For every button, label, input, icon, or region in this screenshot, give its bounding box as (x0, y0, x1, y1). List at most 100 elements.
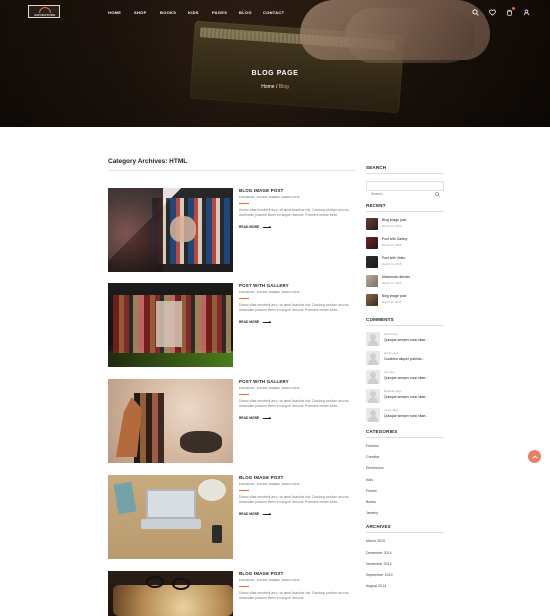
archive-link[interactable]: September 2014 (366, 573, 444, 584)
post-title[interactable]: BLOG IMAGE POST (239, 475, 356, 480)
recent-post-thumbnail (366, 294, 378, 306)
post-title[interactable]: POST WITH GALLERY (239, 379, 356, 384)
header-icons (472, 6, 530, 17)
recent-post-item[interactable]: Maecenas ultricies March 12, 2015 (366, 275, 444, 294)
menu-item-kids[interactable]: KIDS (188, 9, 212, 17)
cart-icon[interactable] (506, 6, 515, 16)
widget-divider (366, 532, 444, 534)
recent-post-title[interactable]: Blog image post (382, 294, 406, 298)
post-accent-rule (239, 298, 249, 299)
post-thumbnail[interactable] (108, 475, 233, 559)
main-content: Category Archives: HTML (108, 158, 356, 171)
recent-post-item[interactable]: Post with Video March 12, 2015 (366, 256, 444, 275)
post-thumbnail[interactable] (108, 571, 233, 616)
post-meta: POSTED BY : ROUND THEMES | MARCH 2016 (239, 386, 300, 390)
archive-link[interactable]: December 2014 (366, 551, 444, 562)
comment-author: Joe says (384, 370, 396, 374)
archives-list: March 2015 December 2014 November 2014 S… (366, 539, 444, 595)
archives-widget-title: ARCHIVES (366, 524, 391, 530)
menu-item-blog[interactable]: BLOG (239, 9, 263, 17)
comment-text[interactable]: Quisque semper nunc vitae... (384, 414, 444, 418)
recent-post-date: March 12, 2015 (382, 262, 402, 266)
categories-widget: CATEGORIES Fashion Creative Electronics … (366, 429, 444, 522)
search-input[interactable] (367, 190, 435, 198)
comment-item[interactable]: Bookster says Quisque semper nunc vitae.… (366, 389, 444, 408)
post-content: BLOG IMAGE POST POSTED BY : ROUND THEMES… (239, 571, 356, 601)
post-title[interactable]: BLOG IMAGE POST (239, 571, 356, 576)
comment-author: Bookster says (384, 389, 402, 393)
comment-item[interactable]: admin says Curabitur aliquet pulvinar... (366, 351, 444, 370)
read-more-label: READ MORE (239, 512, 260, 516)
post-thumbnail[interactable] (108, 188, 233, 272)
post-accent-rule (239, 586, 249, 587)
menu-item-contact[interactable]: CONTACT (263, 9, 298, 17)
heart-icon[interactable] (489, 9, 496, 16)
read-more-link[interactable]: READ MORE (239, 511, 356, 517)
search-widget: SEARCH (366, 165, 444, 198)
comment-text[interactable]: Curabitur aliquet pulvinar... (384, 357, 444, 361)
post-card: POST WITH GALLERY POSTED BY : ROUND THEM… (108, 283, 356, 368)
avatar (366, 332, 380, 346)
menu-item-home[interactable]: HOME (108, 9, 134, 17)
archive-link[interactable]: August 2014 (366, 584, 444, 595)
logo-text: BOOKSTORE (34, 13, 56, 17)
comment-item[interactable]: Joe says Quisque semper nunc vitae... (366, 370, 444, 389)
chevron-up-icon (532, 455, 537, 458)
post-title[interactable]: BLOG IMAGE POST (239, 188, 356, 193)
comment-author: admin says (384, 351, 399, 355)
user-icon[interactable] (523, 9, 530, 16)
menu-item-pages[interactable]: PAGES (212, 9, 239, 17)
recent-post-title[interactable]: Maecenas ultricies (382, 275, 410, 279)
back-to-top-button[interactable] (528, 450, 541, 463)
comment-text[interactable]: Quisque semper nunc vitae... (384, 395, 444, 399)
category-link[interactable]: Books (366, 500, 444, 511)
category-link[interactable]: Fashion (366, 444, 444, 455)
comment-text[interactable]: Quisque semper nunc vitae... (384, 376, 444, 380)
comment-author: admin says (384, 332, 399, 336)
recent-post-thumbnail (366, 218, 378, 230)
recent-widget: RECENT Blog image post March 12, 2015 Po… (366, 203, 444, 313)
recent-post-item[interactable]: Post with Gallery March 12, 2015 (366, 237, 444, 256)
read-more-link[interactable]: READ MORE (239, 319, 356, 325)
recent-post-item[interactable]: Blog image post March 12, 2015 (366, 218, 444, 237)
category-link[interactable]: Kids (366, 478, 444, 489)
category-link[interactable]: Jewelry (366, 511, 444, 522)
comment-item[interactable]: Jamie says Quisque semper nunc vitae... (366, 408, 444, 427)
arrow-right-icon (263, 511, 273, 517)
category-link[interactable]: Creative (366, 455, 444, 466)
recent-post-title[interactable]: Post with Video (382, 256, 405, 260)
post-card: BLOG IMAGE POST POSTED BY : ROUND THEMES… (108, 475, 356, 560)
categories-list: Fashion Creative Electronics Kids Flower… (366, 444, 444, 522)
category-link[interactable]: Flower (366, 489, 444, 500)
comment-author: Jamie says (384, 408, 398, 412)
post-excerpt: Donec vitae hendrerit arcu, sit amet fau… (239, 591, 349, 600)
category-link[interactable]: Electronics (366, 466, 444, 477)
recent-post-title[interactable]: Post with Gallery (382, 237, 407, 241)
menu-item-shop[interactable]: SHOP (134, 9, 160, 17)
recent-post-thumbnail (366, 256, 378, 268)
avatar (366, 370, 380, 384)
site-logo[interactable]: BOOKSTORE (28, 5, 60, 18)
breadcrumb-home[interactable]: Home (261, 84, 274, 90)
comment-text[interactable]: Quisque semper nunc vitae... (384, 338, 444, 342)
read-more-link[interactable]: READ MORE (239, 415, 356, 421)
recent-post-item[interactable]: Blog image post March 12, 2015 (366, 294, 444, 313)
recent-post-thumbnail (366, 275, 378, 287)
recent-post-title[interactable]: Blog image post (382, 218, 406, 222)
breadcrumb-current: Blog (278, 84, 289, 90)
archive-link[interactable]: November 2014 (366, 562, 444, 573)
post-meta: POSTED BY : ROUND THEMES | MARCH 2016 (239, 482, 300, 486)
post-thumbnail[interactable] (108, 283, 233, 367)
avatar (366, 389, 380, 403)
archive-link[interactable]: March 2015 (366, 539, 444, 550)
read-more-link[interactable]: READ MORE (239, 224, 356, 230)
comment-item[interactable]: admin says Quisque semper nunc vitae... (366, 332, 444, 351)
menu-item-books[interactable]: BOOKS (160, 9, 188, 17)
search-icon[interactable] (472, 8, 479, 16)
cart-count-badge (512, 6, 515, 10)
post-title[interactable]: POST WITH GALLERY (239, 283, 356, 288)
post-thumbnail[interactable] (108, 379, 233, 463)
post-accent-rule (239, 490, 249, 491)
search-icon[interactable] (435, 184, 440, 197)
post-content: POST WITH GALLERY POSTED BY : ROUND THEM… (239, 379, 356, 421)
